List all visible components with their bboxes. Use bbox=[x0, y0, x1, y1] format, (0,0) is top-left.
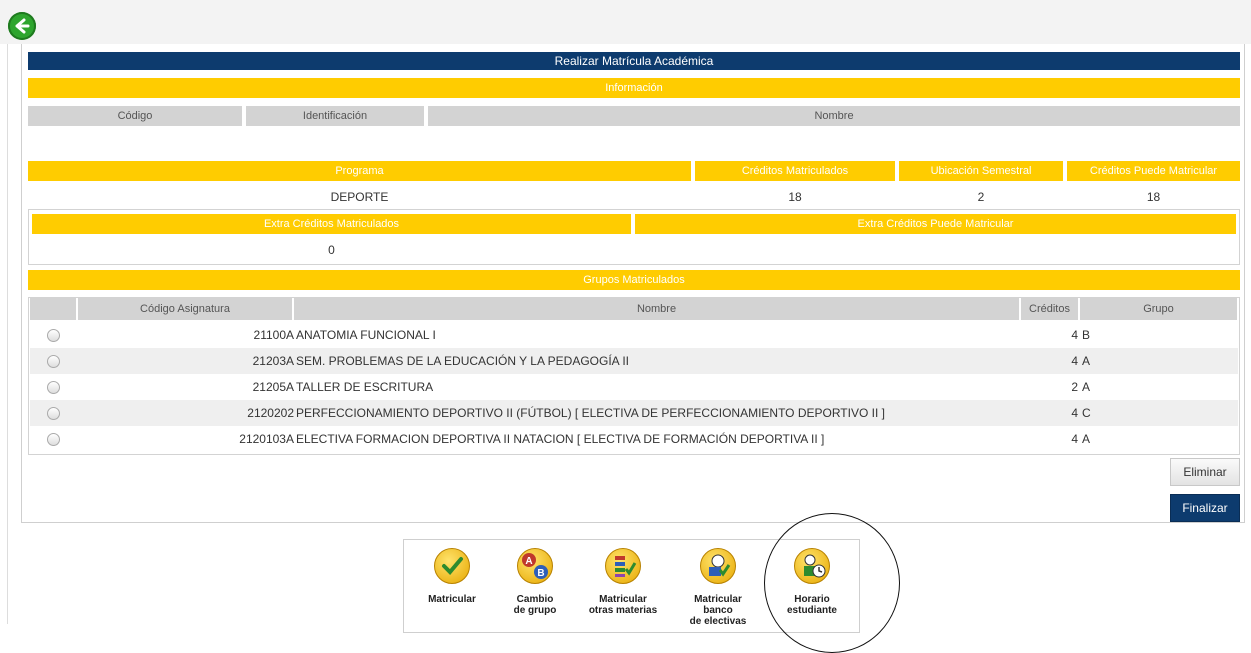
col-creditos-puede: Créditos Puede Matricular bbox=[1067, 161, 1240, 181]
col-nombre-asignatura: Nombre bbox=[294, 298, 1019, 320]
col-codigo: Código bbox=[28, 106, 242, 126]
row-grupo: A bbox=[1082, 432, 1091, 446]
col-nombre: Nombre bbox=[428, 106, 1240, 126]
col-creditos-matriculados: Créditos Matriculados bbox=[695, 161, 895, 181]
back-arrow-icon[interactable] bbox=[8, 12, 36, 40]
row-codigo: 21100A bbox=[253, 328, 294, 342]
col-grupo: Grupo bbox=[1080, 298, 1237, 320]
row-grupo: B bbox=[1082, 328, 1091, 342]
finalizar-button[interactable]: Finalizar bbox=[1170, 494, 1240, 522]
list-icon bbox=[605, 548, 641, 584]
table-row: 2120103A ELECTIVA FORMACION DEPORTIVA II … bbox=[30, 426, 1238, 452]
svg-text:B: B bbox=[537, 568, 544, 579]
row-select-radio[interactable] bbox=[47, 433, 60, 446]
table-row: 21100A ANATOMIA FUNCIONAL I 4B bbox=[30, 322, 1238, 348]
col-ubicacion-semestral: Ubicación Semestral bbox=[899, 161, 1063, 181]
enrollment-panel: Realizar Matrícula Académica Información… bbox=[21, 44, 1245, 523]
col-codigo-asignatura: Código Asignatura bbox=[78, 298, 292, 320]
col-creditos: Créditos bbox=[1021, 298, 1078, 320]
row-select-radio[interactable] bbox=[47, 381, 60, 394]
row-creditos: 4 bbox=[1071, 406, 1078, 420]
tool-label: Cambio de grupo bbox=[513, 594, 557, 616]
col-extra-puede: Extra Créditos Puede Matricular bbox=[635, 214, 1236, 234]
row-creditos: 4 bbox=[1071, 328, 1078, 342]
eliminar-button[interactable]: Eliminar bbox=[1170, 458, 1240, 486]
highlight-circle bbox=[764, 513, 900, 653]
check-icon bbox=[434, 548, 470, 584]
row-creditos: 2 bbox=[1071, 380, 1078, 394]
row-nombre: PERFECCIONAMIENTO DEPORTIVO II (FÚTBOL) … bbox=[296, 406, 885, 420]
col-select bbox=[30, 298, 76, 320]
table-row: 21203A SEM. PROBLEMAS DE LA EDUCACIÓN Y L… bbox=[30, 348, 1238, 374]
banco-electivas-tool[interactable]: Matricular banco de electivas bbox=[676, 548, 760, 627]
grupos-header: Grupos Matriculados bbox=[28, 270, 1240, 290]
matricular-tool[interactable]: Matricular bbox=[410, 548, 494, 605]
col-programa: Programa bbox=[28, 161, 691, 181]
row-creditos: 4 bbox=[1071, 354, 1078, 368]
row-select-radio[interactable] bbox=[47, 329, 60, 342]
table-row: 2120202 PERFECCIONAMIENTO DEPORTIVO II (F… bbox=[30, 400, 1238, 426]
col-identificacion: Identificación bbox=[246, 106, 424, 126]
tool-label: Matricular otras materias bbox=[588, 594, 658, 616]
elective-bank-icon bbox=[700, 548, 736, 584]
row-grupo: C bbox=[1082, 406, 1091, 420]
top-bar bbox=[0, 0, 1251, 44]
row-select-radio[interactable] bbox=[47, 407, 60, 420]
row-codigo: 21205A bbox=[252, 380, 294, 394]
row-codigo: 2120202 bbox=[247, 406, 294, 420]
row-grupo: A bbox=[1082, 354, 1091, 368]
page-title: Realizar Matrícula Académica bbox=[28, 52, 1240, 70]
programa-value: DEPORTE bbox=[330, 190, 389, 204]
divider bbox=[7, 44, 8, 624]
otras-materias-tool[interactable]: Matricular otras materias bbox=[581, 548, 665, 616]
swap-ab-icon: AB bbox=[517, 548, 553, 584]
row-grupo: A bbox=[1082, 380, 1091, 394]
informacion-header: Información bbox=[28, 78, 1240, 98]
row-nombre: ANATOMIA FUNCIONAL I bbox=[296, 328, 436, 342]
extra-matriculados-value: 0 bbox=[328, 243, 335, 257]
ubicacion-semestral-value: 2 bbox=[977, 190, 985, 204]
row-codigo: 2120103A bbox=[239, 432, 294, 446]
col-extra-matriculados: Extra Créditos Matriculados bbox=[32, 214, 631, 234]
cambio-grupo-tool[interactable]: AB Cambio de grupo bbox=[493, 548, 577, 616]
row-codigo: 21203A bbox=[252, 354, 294, 368]
table-row: 21205A TALLER DE ESCRITURA 2 A bbox=[30, 374, 1238, 400]
row-creditos: 4 bbox=[1071, 432, 1078, 446]
row-select-radio[interactable] bbox=[47, 355, 60, 368]
tool-label: Matricular bbox=[428, 594, 476, 605]
row-nombre: ELECTIVA FORMACION DEPORTIVA II NATACION… bbox=[296, 432, 825, 446]
row-nombre: TALLER DE ESCRITURA bbox=[296, 380, 434, 394]
creditos-matriculados-value: 18 bbox=[788, 190, 802, 204]
svg-text:A: A bbox=[525, 556, 532, 567]
creditos-puede-value: 18 bbox=[1146, 190, 1161, 204]
tool-label: Matricular banco de electivas bbox=[689, 594, 747, 627]
row-nombre: SEM. PROBLEMAS DE LA EDUCACIÓN Y LA PEDA… bbox=[296, 354, 629, 368]
